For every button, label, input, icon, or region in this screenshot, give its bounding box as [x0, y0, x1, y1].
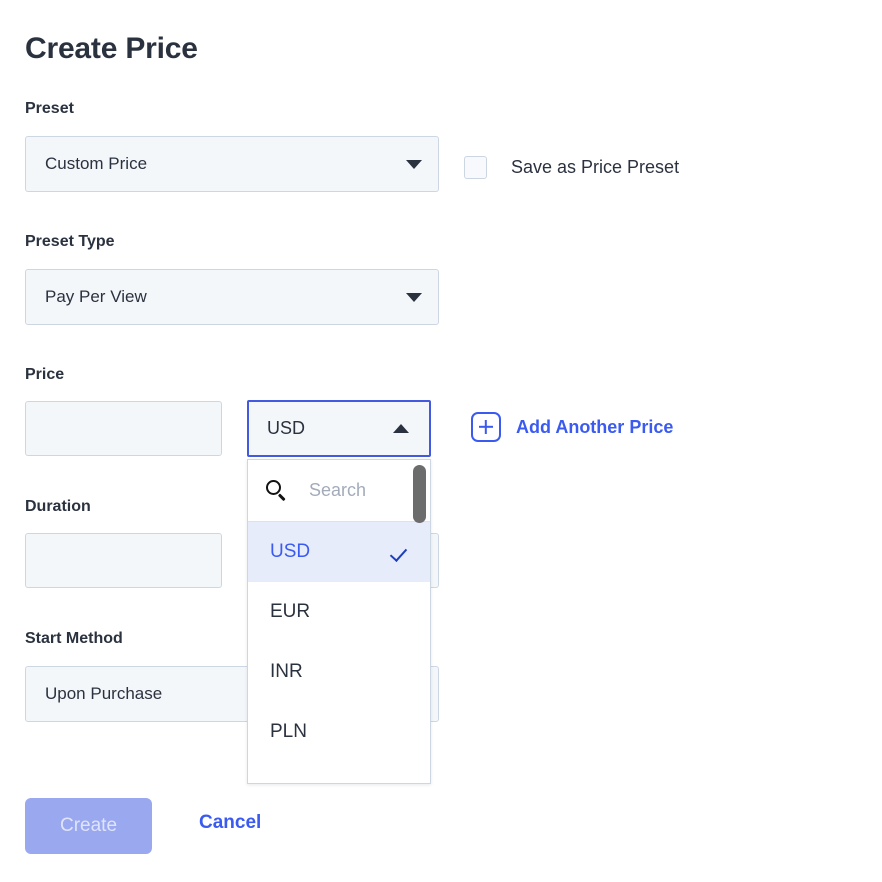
- price-label: Price: [25, 366, 65, 383]
- currency-select-value: USD: [267, 418, 306, 438]
- chevron-down-icon: [406, 292, 422, 302]
- add-another-price-label: Add Another Price: [516, 416, 674, 437]
- save-as-price-preset-label: Save as Price Preset: [511, 157, 680, 177]
- page-title: Create Price: [25, 32, 198, 65]
- check-icon: [392, 542, 412, 562]
- currency-option-list: USD EUR INR PLN: [248, 522, 430, 762]
- save-as-price-preset-checkbox[interactable]: [464, 156, 487, 179]
- duration-label: Duration: [25, 498, 91, 515]
- create-price-dialog: Create Price Preset Custom Price Save as…: [0, 0, 882, 882]
- start-method-select-value: Upon Purchase: [45, 684, 163, 703]
- currency-option-label: PLN: [270, 721, 307, 742]
- currency-option-eur[interactable]: EUR: [248, 582, 430, 642]
- currency-option-label: USD: [270, 541, 311, 562]
- cancel-button[interactable]: Cancel: [199, 812, 261, 834]
- plus-square-icon: [471, 412, 501, 442]
- preset-type-select[interactable]: Pay Per View: [25, 269, 439, 325]
- currency-option-pln[interactable]: PLN: [248, 702, 430, 762]
- dropdown-scrollbar-thumb[interactable]: [413, 465, 426, 523]
- preset-label: Preset: [25, 100, 74, 117]
- duration-input[interactable]: [25, 533, 222, 588]
- currency-option-usd[interactable]: USD: [248, 522, 430, 582]
- currency-option-inr[interactable]: INR: [248, 642, 430, 702]
- add-another-price-button[interactable]: Add Another Price: [471, 412, 673, 442]
- price-amount-input[interactable]: [25, 401, 222, 456]
- chevron-up-icon: [393, 424, 409, 433]
- currency-option-label: INR: [270, 661, 303, 682]
- currency-option-label: EUR: [270, 601, 311, 622]
- preset-type-select-value: Pay Per View: [45, 287, 147, 306]
- start-method-label: Start Method: [25, 630, 123, 647]
- create-button[interactable]: Create: [25, 798, 152, 854]
- preset-select[interactable]: Custom Price: [25, 136, 439, 192]
- currency-dropdown-panel: USD EUR INR PLN: [247, 459, 431, 784]
- save-as-price-preset-row[interactable]: Save as Price Preset: [464, 156, 679, 179]
- preset-type-label: Preset Type: [25, 233, 115, 250]
- preset-select-value: Custom Price: [45, 154, 148, 173]
- chevron-down-icon: [406, 159, 422, 169]
- search-icon: [266, 479, 288, 502]
- currency-search-row[interactable]: [248, 460, 430, 523]
- currency-select-trigger[interactable]: USD: [247, 400, 431, 457]
- currency-search-input[interactable]: [307, 479, 411, 502]
